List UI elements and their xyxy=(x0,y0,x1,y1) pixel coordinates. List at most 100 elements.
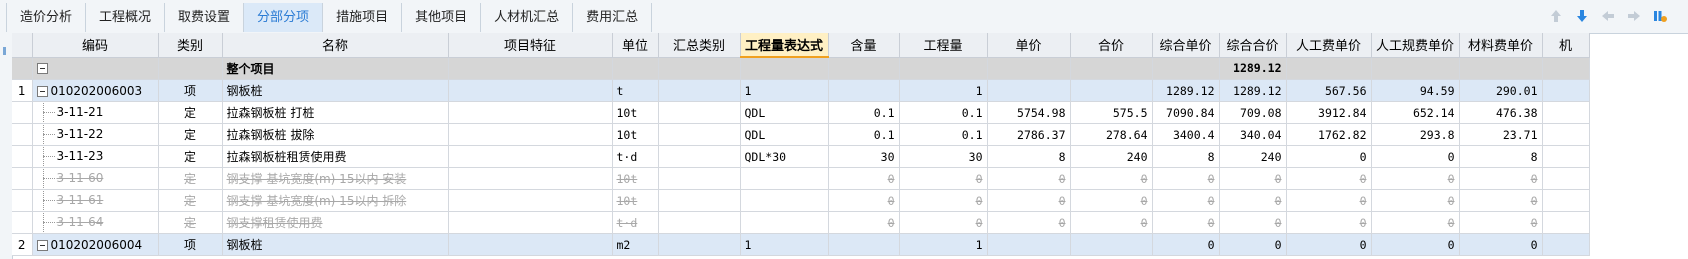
unit-cell[interactable]: t·d xyxy=(612,211,659,234)
cat-cell[interactable]: 项 xyxy=(158,233,223,256)
labor-cell[interactable]: 3912.84 xyxy=(1286,101,1372,124)
sumcat-cell[interactable] xyxy=(658,189,741,212)
column-header[interactable]: 合价 xyxy=(1070,33,1153,58)
quota-row[interactable]: 3-11-21 定拉森钢板桩 打桩 10t QDL 0.1 0.1 5754.98 575.5… xyxy=(12,101,1590,124)
bill-item-row[interactable]: 2 010202006004 项钢板桩 m2 1 1 0 0 0 0 0 xyxy=(12,233,1590,256)
labor_fee-cell[interactable]: 0 xyxy=(1371,233,1460,256)
content-cell[interactable]: 0.1 xyxy=(828,101,900,124)
labor-cell[interactable]: 1762.82 xyxy=(1286,123,1372,146)
labor_fee-cell[interactable]: 652.14 xyxy=(1371,101,1460,124)
total-cell[interactable]: 0 xyxy=(1070,189,1153,212)
unit-cell[interactable]: 10t xyxy=(612,167,659,190)
qty-cell[interactable]: 0 xyxy=(899,189,988,212)
name-cell[interactable]: 整个项目 xyxy=(222,57,449,80)
comp_total-cell[interactable]: 0 xyxy=(1219,167,1287,190)
tab-6[interactable]: 其他项目 xyxy=(402,3,482,32)
qty-cell[interactable]: 30 xyxy=(899,145,988,168)
column-header[interactable]: 工程量表达式 xyxy=(740,33,829,58)
name-cell[interactable]: 钢支撑 基坑宽度(m) 15以内 拆除 xyxy=(222,189,449,212)
expr-cell[interactable] xyxy=(740,167,829,190)
code-cell[interactable]: 3-11-61 xyxy=(32,189,159,212)
material-cell[interactable]: 23.71 xyxy=(1459,123,1543,146)
total-row[interactable]: 整个项目 1289.12 xyxy=(12,57,1590,80)
total-cell[interactable] xyxy=(1070,233,1153,256)
labor_fee-cell[interactable]: 0 xyxy=(1371,167,1460,190)
machine-cell[interactable] xyxy=(1542,79,1590,102)
code-cell[interactable]: 3-11-22 xyxy=(32,123,159,146)
unit-cell[interactable]: m2 xyxy=(612,233,659,256)
total-cell[interactable] xyxy=(1070,57,1153,80)
column-header[interactable]: 综合合价 xyxy=(1219,33,1287,58)
qty-cell[interactable]: 0 xyxy=(899,211,988,234)
machine-cell[interactable] xyxy=(1542,167,1590,190)
expr-cell[interactable] xyxy=(740,189,829,212)
labor_fee-cell[interactable]: 293.8 xyxy=(1371,123,1460,146)
total-cell[interactable]: 240 xyxy=(1070,145,1153,168)
feature-cell[interactable] xyxy=(448,101,613,124)
column-header[interactable]: 材料费单价 xyxy=(1459,33,1543,58)
qty-cell[interactable]: 1 xyxy=(899,79,988,102)
content-cell[interactable]: 30 xyxy=(828,145,900,168)
expr-cell[interactable] xyxy=(740,57,829,80)
content-cell[interactable] xyxy=(828,79,900,102)
name-cell[interactable]: 拉森钢板桩 拔除 xyxy=(222,123,449,146)
sumcat-cell[interactable] xyxy=(658,79,741,102)
tab-4[interactable]: 分部分项 xyxy=(244,3,324,32)
code-cell[interactable]: 3-11-21 xyxy=(32,101,159,124)
labor-cell[interactable]: 0 xyxy=(1286,145,1372,168)
bill-item-row[interactable]: 1 010202006003 项钢板桩 t 1 1 1289.12 1289.12 567.56… xyxy=(12,79,1590,102)
cat-cell[interactable]: 定 xyxy=(158,123,223,146)
machine-cell[interactable] xyxy=(1542,123,1590,146)
labor-cell[interactable]: 0 xyxy=(1286,167,1372,190)
column-settings-icon[interactable] xyxy=(1652,8,1668,24)
feature-cell[interactable] xyxy=(448,79,613,102)
labor_fee-cell[interactable]: 0 xyxy=(1371,189,1460,212)
qty-cell[interactable]: 1 xyxy=(899,233,988,256)
comp_price-cell[interactable]: 3400.4 xyxy=(1152,123,1220,146)
qty-cell[interactable]: 0.1 xyxy=(899,101,988,124)
feature-cell[interactable] xyxy=(448,145,613,168)
column-header[interactable]: 单位 xyxy=(612,33,659,58)
price-cell[interactable]: 0 xyxy=(987,211,1071,234)
unit-cell[interactable]: t xyxy=(612,79,659,102)
labor-cell[interactable]: 0 xyxy=(1286,233,1372,256)
machine-cell[interactable] xyxy=(1542,57,1590,80)
name-cell[interactable]: 钢板桩 xyxy=(222,79,449,102)
expr-cell[interactable]: 1 xyxy=(740,79,829,102)
feature-cell[interactable] xyxy=(448,123,613,146)
comp_price-cell[interactable]: 0 xyxy=(1152,211,1220,234)
comp_total-cell[interactable]: 0 xyxy=(1219,189,1287,212)
content-cell[interactable]: 0 xyxy=(828,189,900,212)
quota-row[interactable]: 3-11-60 定钢支撑 基坑宽度(m) 15以内 安装 10t 0 0 0 0 0 0 0 0 0 xyxy=(12,167,1590,190)
machine-cell[interactable] xyxy=(1542,145,1590,168)
column-header[interactable]: 项目特征 xyxy=(448,33,613,58)
code-cell[interactable]: 010202006003 xyxy=(32,79,159,102)
total-cell[interactable]: 0 xyxy=(1070,167,1153,190)
cat-cell[interactable]: 定 xyxy=(158,167,223,190)
expr-cell[interactable] xyxy=(740,211,829,234)
machine-cell[interactable] xyxy=(1542,211,1590,234)
labor-cell[interactable] xyxy=(1286,57,1372,80)
total-cell[interactable] xyxy=(1070,79,1153,102)
feature-cell[interactable] xyxy=(448,233,613,256)
material-cell[interactable] xyxy=(1459,57,1543,80)
comp_price-cell[interactable] xyxy=(1152,57,1220,80)
feature-cell[interactable] xyxy=(448,211,613,234)
material-cell[interactable]: 0 xyxy=(1459,189,1543,212)
labor-cell[interactable]: 0 xyxy=(1286,211,1372,234)
material-cell[interactable]: 476.38 xyxy=(1459,101,1543,124)
quota-row[interactable]: 3-11-23 定拉森钢板桩租赁使用费 t·d QDL*30 30 30 8 240 8 240 0… xyxy=(12,145,1590,168)
tab-1[interactable]: 造价分析 xyxy=(6,3,87,32)
quota-row[interactable]: 3-11-22 定拉森钢板桩 拔除 10t QDL 0.1 0.1 2786.37 278.6… xyxy=(12,123,1590,146)
cat-cell[interactable]: 定 xyxy=(158,189,223,212)
expr-cell[interactable]: QDL xyxy=(740,123,829,146)
feature-cell[interactable] xyxy=(448,189,613,212)
material-cell[interactable]: 290.01 xyxy=(1459,79,1543,102)
sumcat-cell[interactable] xyxy=(658,57,741,80)
collapse-icon[interactable] xyxy=(36,63,48,75)
collapse-icon[interactable] xyxy=(36,85,48,97)
labor_fee-cell[interactable]: 0 xyxy=(1371,145,1460,168)
code-cell[interactable]: 3-11-64 xyxy=(32,211,159,234)
comp_total-cell[interactable]: 1289.12 xyxy=(1219,79,1287,102)
expr-cell[interactable]: QDL xyxy=(740,101,829,124)
